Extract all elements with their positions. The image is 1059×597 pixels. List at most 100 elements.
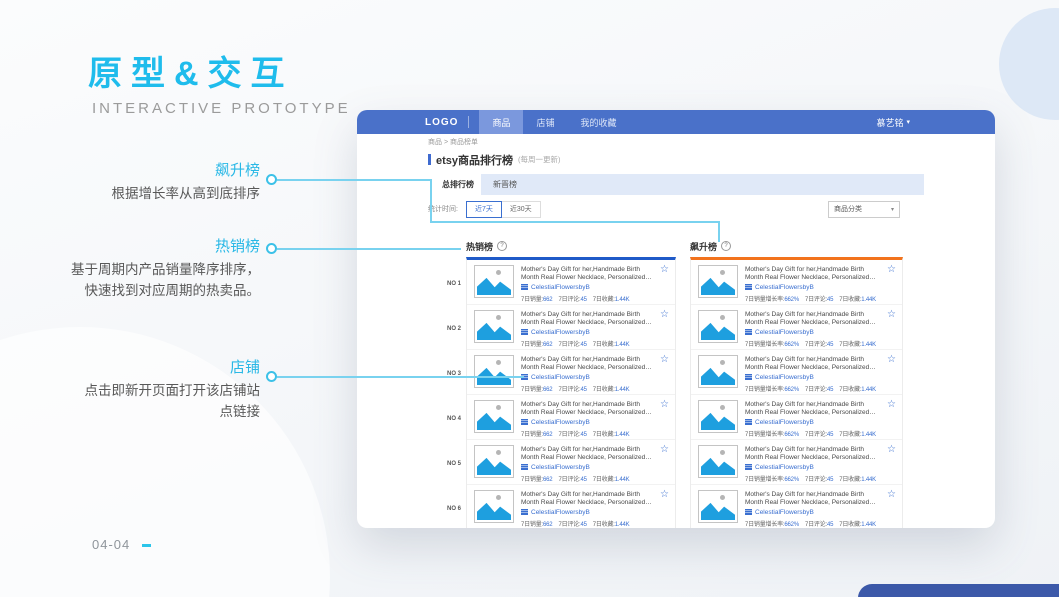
- favorite-star-icon[interactable]: ☆: [887, 355, 896, 390]
- time-range-option[interactable]: 近7天: [465, 200, 502, 218]
- shop-name: CelestialFlowersbyB: [755, 373, 814, 381]
- shop-link[interactable]: CelestialFlowersbyB: [745, 284, 880, 291]
- shop-link[interactable]: CelestialFlowersbyB: [521, 509, 653, 516]
- annotation-desc: 点击即新开页面打开该店铺站: [84, 383, 261, 398]
- nav-item[interactable]: 店铺: [523, 110, 567, 134]
- product-row: Mother's Day Gift for her,Handmade Birth…: [691, 350, 902, 395]
- help-icon[interactable]: ?: [721, 241, 732, 251]
- annotation-shop: 店铺 点击即新开页面打开该店铺站 点链接: [16, 359, 261, 422]
- shop-link[interactable]: CelestialFlowersbyB: [521, 329, 653, 336]
- product-title[interactable]: Mother's Day Gift for her,Handmade Birth…: [745, 311, 880, 326]
- favorite-star-icon[interactable]: ☆: [660, 490, 669, 525]
- rank-label: NO 3: [447, 370, 462, 377]
- product-image-placeholder[interactable]: [474, 265, 514, 298]
- annotation-connector-line: [430, 221, 719, 223]
- annotation-rising-list: 飙升榜 根据增长率从高到底排序: [16, 162, 261, 204]
- shop-link[interactable]: CelestialFlowersbyB: [521, 284, 653, 291]
- stat: 7日收藏:1.44K: [839, 341, 876, 348]
- stat: 7日评论:45: [558, 296, 587, 303]
- product-title[interactable]: Mother's Day Gift for her,Handmade Birth…: [745, 266, 880, 281]
- product-title[interactable]: Mother's Day Gift for her,Handmade Birth…: [521, 266, 653, 281]
- annotation-connector-line: [277, 248, 461, 250]
- product-stats: 7日销量:662 7日评论:45 7日收藏:1.44K: [521, 339, 653, 348]
- help-icon[interactable]: ?: [497, 241, 508, 251]
- filter-label: 统计时间:: [428, 206, 458, 213]
- shop-link[interactable]: CelestialFlowersbyB: [745, 509, 880, 516]
- favorite-star-icon[interactable]: ☆: [887, 310, 896, 345]
- shop-link[interactable]: CelestialFlowersbyB: [745, 419, 880, 426]
- stat: 7日收藏:1.44K: [839, 296, 876, 303]
- favorite-star-icon[interactable]: ☆: [660, 355, 669, 390]
- product-title[interactable]: Mother's Day Gift for her,Handmade Birth…: [521, 401, 653, 416]
- rank-label: NO 6: [447, 505, 462, 512]
- favorite-star-icon[interactable]: ☆: [660, 310, 669, 345]
- product-title[interactable]: Mother's Day Gift for her,Handmade Birth…: [521, 311, 653, 326]
- product-title[interactable]: Mother's Day Gift for her,Handmade Birth…: [745, 446, 880, 461]
- nav-item[interactable]: 我的收藏: [567, 110, 629, 134]
- stat: 7日收藏:1.44K: [592, 296, 630, 303]
- image-placeholder-sun-icon: [719, 270, 725, 275]
- annotation-desc: 快速找到对应周期的热卖品。: [84, 283, 261, 298]
- stat: 7日销量增长率:662%: [745, 476, 799, 483]
- product-image-placeholder[interactable]: [474, 400, 514, 433]
- user-menu[interactable]: 慕艺铭 ▾: [876, 116, 910, 129]
- mockup-logo[interactable]: LOGO: [425, 117, 458, 128]
- nav-item[interactable]: 商品: [479, 110, 524, 134]
- product-image-placeholder[interactable]: [698, 265, 738, 298]
- product-image-placeholder[interactable]: [698, 310, 738, 343]
- annotation-connector-line: [277, 179, 431, 181]
- product-image-placeholder[interactable]: [474, 490, 514, 523]
- product-title[interactable]: Mother's Day Gift for her,Handmade Birth…: [521, 356, 653, 371]
- slide-title: 原型&交互: [88, 55, 294, 93]
- annotation-dot: [266, 174, 277, 185]
- product-title[interactable]: Mother's Day Gift for her,Handmade Birth…: [521, 446, 653, 461]
- shop-link[interactable]: CelestialFlowersbyB: [745, 374, 880, 381]
- product-info: Mother's Day Gift for her,Handmade Birth…: [521, 445, 653, 483]
- product-info: Mother's Day Gift for her,Handmade Birth…: [745, 490, 880, 528]
- product-image-placeholder[interactable]: [474, 445, 514, 478]
- category-select-value: 商品分类: [834, 206, 862, 213]
- annotation-dot: [266, 371, 277, 382]
- shop-link[interactable]: CelestialFlowersbyB: [521, 464, 653, 471]
- image-placeholder-mountain-icon: [701, 457, 735, 475]
- product-title[interactable]: Mother's Day Gift for her,Handmade Birth…: [745, 401, 880, 416]
- time-range-option[interactable]: 近30天: [500, 200, 541, 218]
- product-info: Mother's Day Gift for her,Handmade Birth…: [745, 400, 880, 438]
- tab[interactable]: 总排行榜: [435, 174, 481, 195]
- product-title[interactable]: Mother's Day Gift for her,Handmade Birth…: [521, 491, 653, 506]
- product-info: Mother's Day Gift for her,Handmade Birth…: [521, 355, 653, 393]
- favorite-star-icon[interactable]: ☆: [660, 445, 669, 480]
- shop-link[interactable]: CelestialFlowersbyB: [521, 374, 653, 381]
- shop-link[interactable]: CelestialFlowersbyB: [745, 464, 880, 471]
- shop-link[interactable]: CelestialFlowersbyB: [521, 419, 653, 426]
- favorite-star-icon[interactable]: ☆: [887, 265, 896, 300]
- favorite-star-icon[interactable]: ☆: [887, 400, 896, 435]
- product-title[interactable]: Mother's Day Gift for her,Handmade Birth…: [745, 491, 880, 506]
- product-image-placeholder[interactable]: [698, 355, 738, 388]
- product-image-placeholder[interactable]: [698, 490, 738, 523]
- product-image-placeholder[interactable]: [474, 355, 514, 388]
- product-image-placeholder[interactable]: [474, 310, 514, 343]
- image-placeholder-mountain-icon: [477, 502, 511, 520]
- image-placeholder-mountain-icon: [477, 457, 511, 475]
- breadcrumb[interactable]: 商品 > 商品榜单: [428, 139, 928, 147]
- category-select[interactable]: 商品分类 ▾: [828, 200, 900, 218]
- product-stats: 7日销量增长率:662% 7日评论:45 7日收藏:1.44K: [745, 384, 880, 393]
- product-title[interactable]: Mother's Day Gift for her,Handmade Birth…: [745, 356, 880, 371]
- favorite-star-icon[interactable]: ☆: [660, 265, 669, 300]
- favorite-star-icon[interactable]: ☆: [887, 445, 896, 480]
- image-placeholder-sun-icon: [719, 360, 725, 365]
- product-info: Mother's Day Gift for her,Handmade Birth…: [745, 445, 880, 483]
- product-image-placeholder[interactable]: [698, 445, 738, 478]
- shop-icon: [745, 509, 752, 515]
- favorite-star-icon[interactable]: ☆: [660, 400, 669, 435]
- rank-label: NO 4: [447, 415, 462, 422]
- product-image-placeholder[interactable]: [698, 400, 738, 433]
- stat: 7日评论:45: [804, 521, 834, 528]
- stat: 7日销量:662: [521, 386, 553, 393]
- tab[interactable]: 新晋榜: [481, 174, 529, 195]
- product-info: Mother's Day Gift for her,Handmade Birth…: [521, 265, 653, 303]
- shop-link[interactable]: CelestialFlowersbyB: [745, 329, 880, 336]
- stat: 7日收藏:1.44K: [592, 521, 630, 528]
- favorite-star-icon[interactable]: ☆: [887, 490, 896, 525]
